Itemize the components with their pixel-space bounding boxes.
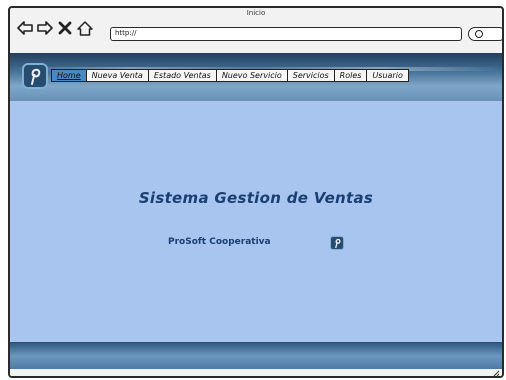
pinterest-logo-icon[interactable] bbox=[22, 63, 48, 89]
browser-window: Inicio http:// Home Nueva Venta Estado V… bbox=[8, 6, 504, 378]
menu-item-roles[interactable]: Roles bbox=[334, 69, 368, 82]
company-name: ProSoft Cooperativa bbox=[168, 237, 271, 247]
site-header: Home Nueva Venta Estado Ventas Nuevo Ser… bbox=[10, 53, 502, 100]
main-content: Sistema Gestion de Ventas ProSoft Cooper… bbox=[10, 100, 502, 343]
back-arrow-icon[interactable] bbox=[16, 19, 34, 37]
menu-item-usuario[interactable]: Usuario bbox=[367, 69, 409, 82]
site-footer bbox=[10, 343, 502, 369]
home-icon[interactable] bbox=[76, 19, 94, 37]
window-title: Inicio bbox=[246, 9, 266, 17]
menu-item-estado-ventas[interactable]: Estado Ventas bbox=[148, 69, 217, 82]
search-field[interactable] bbox=[468, 27, 502, 41]
menu-item-home[interactable]: Home bbox=[51, 69, 87, 82]
status-bar bbox=[10, 369, 502, 377]
page-title: Sistema Gestion de Ventas bbox=[138, 189, 374, 207]
menu-item-nuevo-servicio[interactable]: Nuevo Servicio bbox=[216, 69, 288, 82]
menu-item-servicios[interactable]: Servicios bbox=[287, 69, 335, 82]
forward-arrow-icon[interactable] bbox=[36, 19, 54, 37]
resize-grip-icon[interactable] bbox=[493, 370, 500, 377]
search-icon bbox=[475, 30, 483, 38]
main-menu: Home Nueva Venta Estado Ventas Nuevo Ser… bbox=[51, 69, 409, 82]
pinterest-small-icon bbox=[330, 236, 344, 250]
close-icon[interactable] bbox=[56, 19, 74, 37]
menu-item-nueva-venta[interactable]: Nueva Venta bbox=[86, 69, 149, 82]
url-input[interactable]: http:// bbox=[110, 27, 462, 41]
